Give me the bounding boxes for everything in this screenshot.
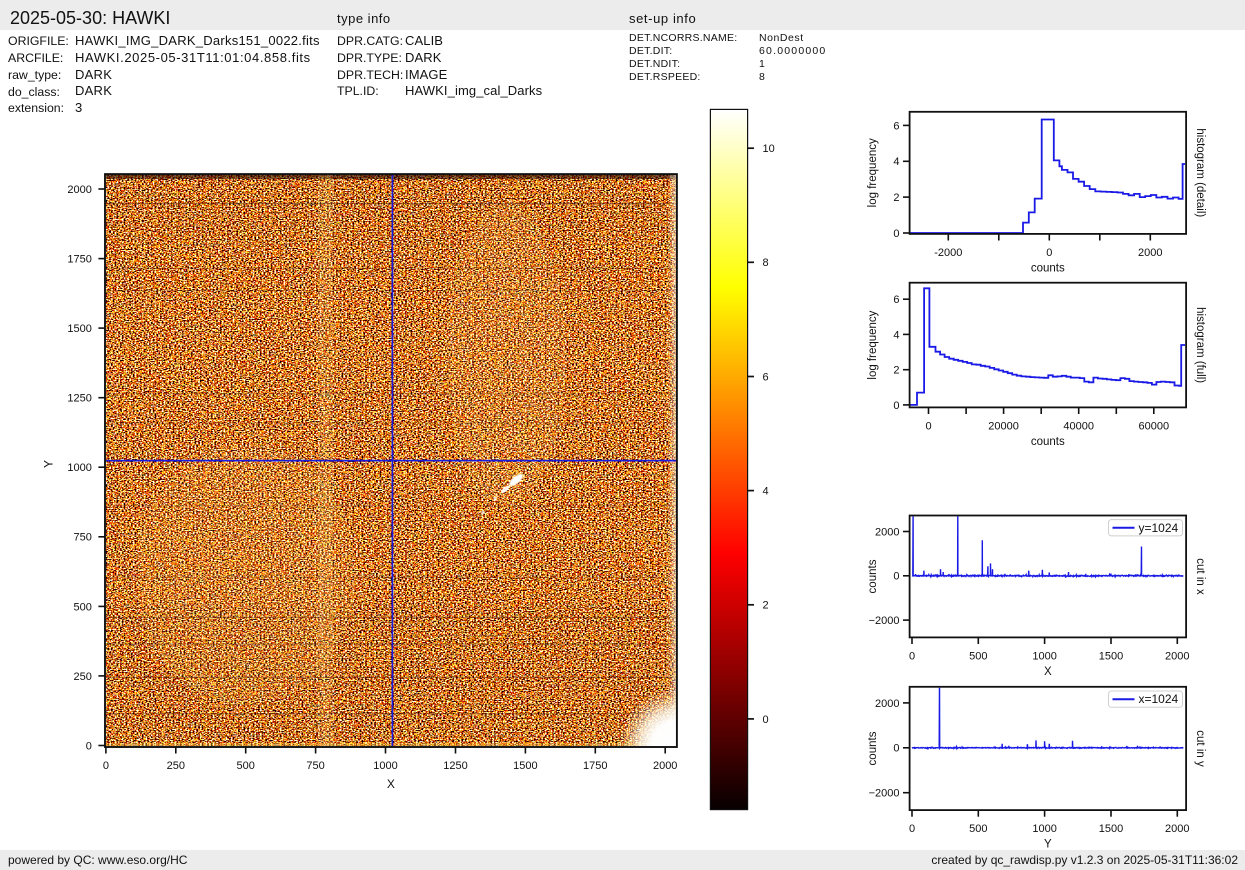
svg-text:2000: 2000 — [1138, 247, 1162, 259]
svg-text:1500: 1500 — [513, 760, 537, 772]
svg-text:6: 6 — [763, 371, 769, 383]
svg-text:1500: 1500 — [1099, 650, 1123, 662]
svg-text:1750: 1750 — [583, 760, 607, 772]
svg-text:10: 10 — [763, 143, 775, 155]
svg-text:X: X — [1044, 666, 1052, 678]
svg-text:log frequency: log frequency — [867, 138, 879, 207]
svg-text:750: 750 — [306, 760, 324, 772]
svg-text:counts: counts — [1031, 263, 1065, 275]
svg-text:60000: 60000 — [1139, 420, 1170, 432]
svg-text:−2000: −2000 — [869, 615, 900, 627]
svg-text:-2000: -2000 — [934, 247, 962, 259]
svg-text:0: 0 — [103, 760, 109, 772]
svg-text:X: X — [387, 777, 395, 791]
svg-text:250: 250 — [74, 671, 92, 683]
svg-text:0: 0 — [763, 714, 769, 726]
svg-text:2000: 2000 — [653, 760, 677, 772]
svg-text:2: 2 — [763, 600, 769, 612]
svg-text:x=1024: x=1024 — [1139, 692, 1179, 706]
svg-text:500: 500 — [969, 823, 987, 835]
svg-text:6: 6 — [893, 120, 899, 132]
svg-text:750: 750 — [74, 532, 92, 544]
svg-text:1500: 1500 — [67, 323, 91, 335]
svg-text:8: 8 — [763, 257, 769, 269]
svg-text:0: 0 — [909, 823, 915, 835]
svg-text:0: 0 — [909, 650, 915, 662]
svg-text:4: 4 — [893, 156, 899, 168]
svg-text:histogram (full): histogram (full) — [1194, 307, 1206, 383]
svg-text:2: 2 — [893, 192, 899, 204]
svg-text:1000: 1000 — [373, 760, 397, 772]
svg-text:1250: 1250 — [443, 760, 467, 772]
svg-text:1750: 1750 — [67, 254, 91, 266]
svg-text:1000: 1000 — [67, 462, 91, 474]
svg-text:histogram (detail): histogram (detail) — [1194, 128, 1206, 217]
svg-text:0: 0 — [893, 743, 899, 755]
svg-text:cut in y: cut in y — [1194, 730, 1206, 767]
svg-text:1250: 1250 — [67, 393, 91, 405]
svg-text:2000: 2000 — [1165, 650, 1189, 662]
svg-text:counts: counts — [867, 559, 879, 593]
svg-text:−2000: −2000 — [869, 788, 900, 800]
svg-text:6: 6 — [893, 294, 899, 306]
svg-text:2000: 2000 — [875, 698, 899, 710]
svg-text:0: 0 — [86, 740, 92, 752]
svg-text:log frequency: log frequency — [867, 310, 879, 379]
svg-text:counts: counts — [1031, 436, 1065, 448]
svg-text:y=1024: y=1024 — [1139, 521, 1179, 535]
svg-text:1000: 1000 — [1032, 650, 1056, 662]
svg-text:0: 0 — [925, 420, 931, 432]
svg-text:Y: Y — [1044, 839, 1052, 851]
svg-text:2000: 2000 — [1165, 823, 1189, 835]
svg-text:4: 4 — [763, 486, 769, 498]
svg-text:0: 0 — [893, 571, 899, 583]
svg-text:2000: 2000 — [67, 184, 91, 196]
svg-text:0: 0 — [893, 400, 899, 412]
svg-text:40000: 40000 — [1063, 420, 1094, 432]
svg-text:0: 0 — [1046, 247, 1052, 259]
svg-text:2: 2 — [893, 365, 899, 377]
svg-text:20000: 20000 — [988, 420, 1019, 432]
svg-text:500: 500 — [237, 760, 255, 772]
svg-text:Y: Y — [41, 460, 55, 468]
svg-text:500: 500 — [969, 650, 987, 662]
svg-text:500: 500 — [74, 601, 92, 613]
svg-text:4: 4 — [893, 329, 899, 341]
svg-text:cut in x: cut in x — [1194, 558, 1206, 595]
svg-text:250: 250 — [167, 760, 185, 772]
svg-text:0: 0 — [893, 228, 899, 240]
svg-text:1000: 1000 — [1032, 823, 1056, 835]
svg-text:1500: 1500 — [1099, 823, 1123, 835]
svg-text:counts: counts — [867, 731, 879, 765]
svg-text:2000: 2000 — [875, 526, 899, 538]
